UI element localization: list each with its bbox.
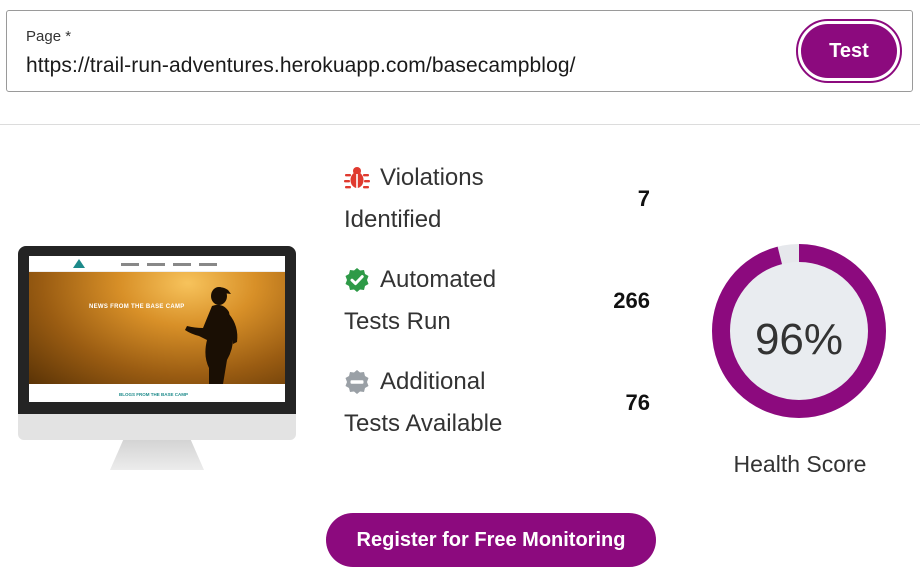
page-url-form: Page * https://trail-run-adventures.hero… — [6, 10, 913, 92]
health-score-label: Health Score — [733, 451, 867, 477]
stat-automated-label-2: Tests Run — [344, 308, 451, 335]
stat-automated-tests: Automated Tests Run 266 — [344, 262, 654, 340]
register-monitoring-button[interactable]: Register for Free Monitoring — [326, 513, 656, 567]
mountain-logo-icon — [73, 259, 85, 268]
preview-nav-items — [121, 263, 221, 266]
bug-icon — [344, 167, 370, 189]
preview-footer: BLOGS FROM THE BASE CAMP — [29, 384, 285, 402]
monitor-chin — [18, 414, 296, 440]
health-score-value: 96% — [754, 315, 844, 364]
test-button[interactable]: Test — [801, 24, 897, 78]
stat-violations-label-2: Identified — [344, 206, 442, 233]
stat-additional-label-2: Tests Available — [344, 410, 503, 437]
stat-additional-value: 76 — [625, 390, 650, 415]
stat-additional-tests: Additional Tests Available 76 — [344, 364, 654, 442]
health-score-gauge: 96% — [711, 243, 887, 419]
page-field-label: Page * — [26, 28, 72, 45]
site-preview-monitor: NEWS FROM THE BASE CAMP BLOGS FROM THE B… — [18, 246, 296, 472]
preview-footer-text: BLOGS FROM THE BASE CAMP — [119, 392, 189, 397]
page-url-input[interactable]: https://trail-run-adventures.herokuapp.c… — [26, 54, 576, 78]
stat-violations: Violations Identified 7 — [344, 160, 654, 238]
test-button-focus-ring: Test — [796, 19, 902, 83]
stat-violations-value: 7 — [637, 186, 650, 211]
section-divider — [0, 124, 920, 125]
monitor-bezel: NEWS FROM THE BASE CAMP BLOGS FROM THE B… — [18, 246, 296, 414]
stat-automated-label-1: Automated — [380, 266, 497, 293]
preview-nav-bar — [29, 256, 285, 272]
preview-hero-image: NEWS FROM THE BASE CAMP — [29, 272, 285, 384]
minus-circle-icon — [345, 370, 369, 394]
preview-hero-text: NEWS FROM THE BASE CAMP — [89, 304, 185, 310]
check-badge-icon — [345, 268, 369, 292]
monitor-stand — [110, 440, 204, 470]
stat-violations-label-1: Violations — [380, 164, 484, 191]
site-preview-screen: NEWS FROM THE BASE CAMP BLOGS FROM THE B… — [29, 256, 285, 402]
stat-automated-value: 266 — [613, 288, 650, 313]
stat-additional-label-1: Additional — [380, 368, 486, 395]
runner-silhouette-icon — [185, 287, 238, 384]
